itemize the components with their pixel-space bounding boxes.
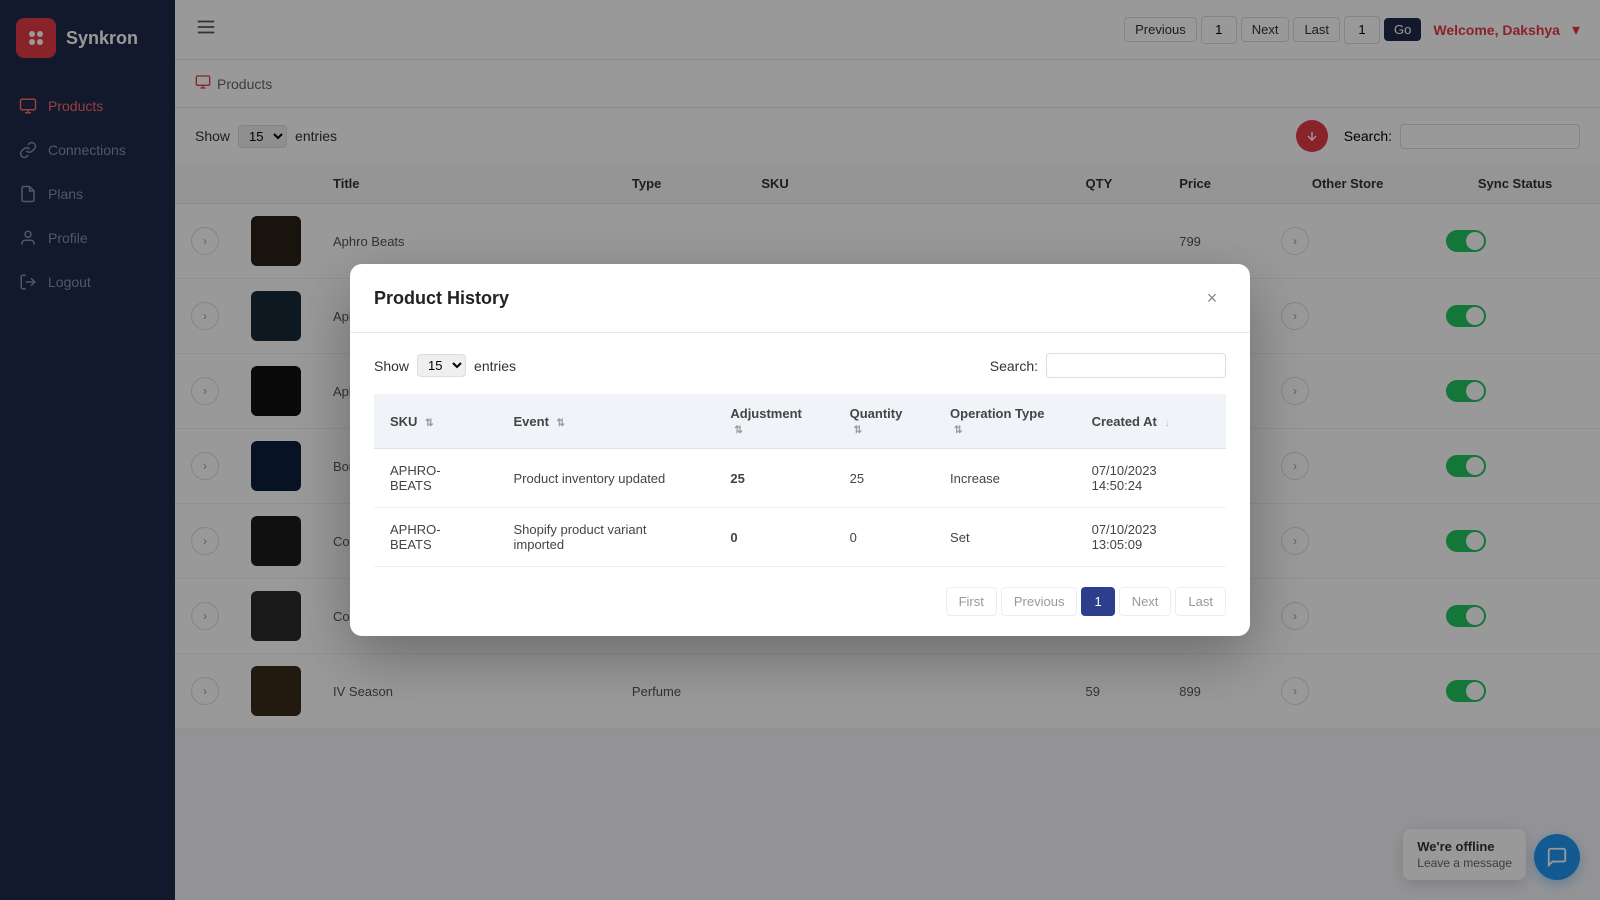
modal-row-created-0: 07/10/2023 14:50:24	[1076, 449, 1226, 508]
modal-header: Product History ×	[350, 264, 1250, 333]
modal-table: SKU ⇅ Event ⇅ Adjustment ⇅ Quantity ⇅ Op…	[374, 394, 1226, 567]
modal-previous-button[interactable]: Previous	[1001, 587, 1078, 616]
modal-col-quantity: Quantity ⇅	[834, 394, 934, 449]
modal-col-operation: Operation Type ⇅	[934, 394, 1076, 449]
modal-table-row: APHRO-BEATS Product inventory updated 25…	[374, 449, 1226, 508]
modal-search: Search:	[990, 353, 1226, 378]
modal-search-input[interactable]	[1046, 353, 1226, 378]
modal-first-button[interactable]: First	[946, 587, 997, 616]
modal-row-operation-1: Set	[934, 508, 1076, 567]
modal-show-label: Show	[374, 358, 409, 374]
modal-last-button[interactable]: Last	[1175, 587, 1226, 616]
modal-row-quantity-1: 0	[834, 508, 934, 567]
modal-row-created-1: 07/10/2023 13:05:09	[1076, 508, 1226, 567]
modal-entries-select[interactable]: 15 25	[417, 354, 466, 377]
modal-next-button[interactable]: Next	[1119, 587, 1172, 616]
modal-close-button[interactable]: ×	[1198, 284, 1226, 312]
modal-row-quantity-0: 25	[834, 449, 934, 508]
modal-entries-label: entries	[474, 358, 516, 374]
modal-search-label: Search:	[990, 358, 1038, 374]
modal-col-sku: SKU ⇅	[374, 394, 498, 449]
modal-page-1-button[interactable]: 1	[1081, 587, 1114, 616]
modal-col-created: Created At ↓	[1076, 394, 1226, 449]
modal-row-operation-0: Increase	[934, 449, 1076, 508]
modal-title: Product History	[374, 288, 509, 309]
modal-show-entries: Show 15 25 entries	[374, 354, 516, 377]
product-history-modal: Product History × Show 15 25 entries Sea…	[350, 264, 1250, 636]
modal-col-adjustment: Adjustment ⇅	[714, 394, 833, 449]
modal-row-adjustment-1: 0	[714, 508, 833, 567]
modal-row-sku-0: APHRO-BEATS	[374, 449, 498, 508]
modal-row-event-0: Product inventory updated	[498, 449, 715, 508]
modal-row-sku-1: APHRO-BEATS	[374, 508, 498, 567]
modal-row-event-1: Shopify product variant imported	[498, 508, 715, 567]
modal-overlay[interactable]: Product History × Show 15 25 entries Sea…	[0, 0, 1600, 900]
modal-pagination: First Previous 1 Next Last	[374, 587, 1226, 616]
modal-table-row: APHRO-BEATS Shopify product variant impo…	[374, 508, 1226, 567]
modal-body: Show 15 25 entries Search: SKU ⇅	[350, 333, 1250, 636]
modal-controls: Show 15 25 entries Search:	[374, 353, 1226, 378]
modal-row-adjustment-0: 25	[714, 449, 833, 508]
modal-col-event: Event ⇅	[498, 394, 715, 449]
